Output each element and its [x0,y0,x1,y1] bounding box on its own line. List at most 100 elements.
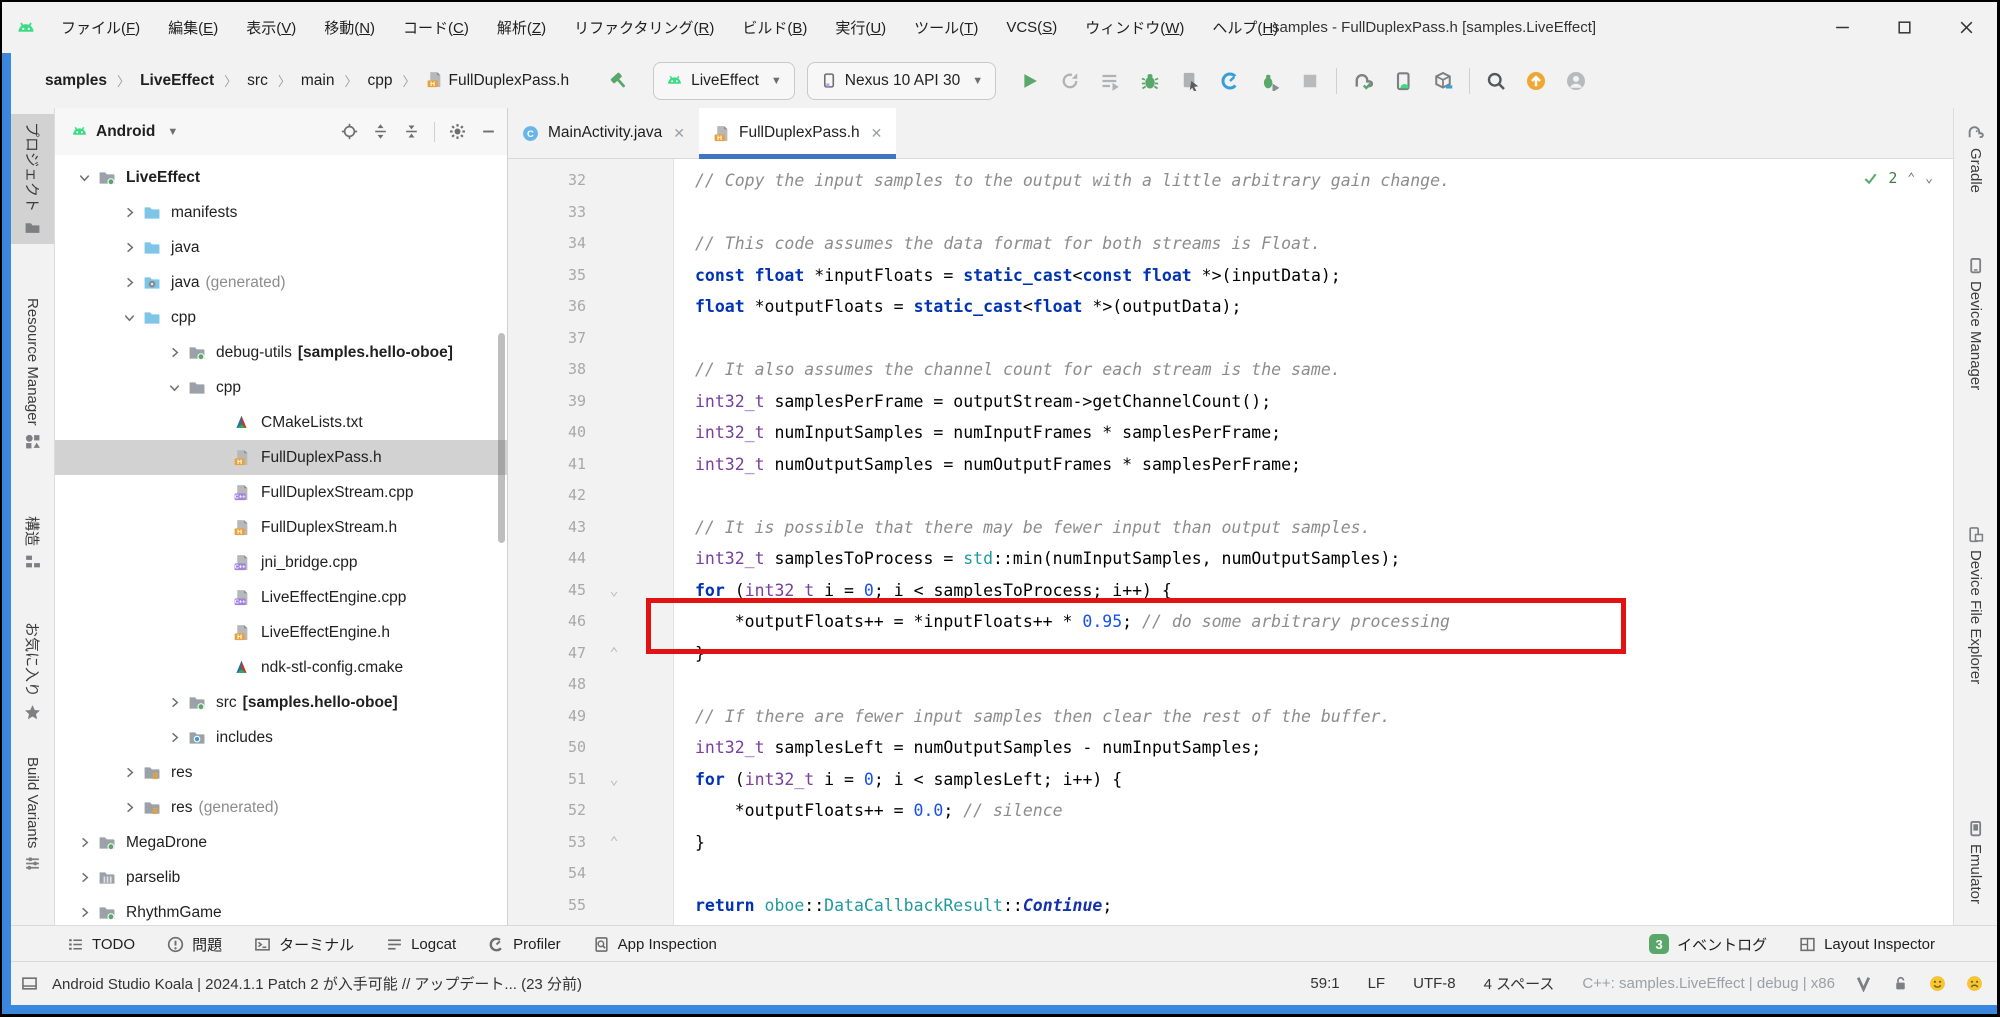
search-button[interactable] [1476,61,1516,101]
tree-item-MegaDrone[interactable]: MegaDrone [55,825,507,860]
tool-stripe-gradle[interactable]: Gradle [1954,116,1997,201]
tool-stripe-Resource Manager[interactable]: Resource Manager [11,290,54,458]
breadcrumb-item[interactable]: src [243,70,272,92]
tree-item-includes[interactable]: includes [55,720,507,755]
tool-window-switcher-icon[interactable] [21,975,38,992]
smile-happy-icon[interactable] [1929,975,1946,992]
menu-実行(U)[interactable]: 実行(U) [824,13,897,42]
apply-changes-button[interactable] [1090,61,1130,101]
tool-stripe-Build Variants[interactable]: Build Variants [11,749,54,880]
tree-item-cpp[interactable]: cpp [55,370,507,405]
gear-icon[interactable] [449,123,466,140]
tab-MainActivity.java[interactable]: C MainActivity.java ✕ [508,108,699,158]
collapse-all-icon[interactable] [403,123,420,140]
hide-icon[interactable] [480,123,497,140]
chevron-down-icon[interactable] [118,310,140,325]
tool-window-button-TODO[interactable]: TODO [51,926,151,962]
inspection-widget[interactable]: 2 ⌃ ⌄ [1863,169,1933,187]
fold-marker-icon[interactable]: ⌄ [604,575,624,607]
tool-stripe-プロジェクト[interactable]: プロジェクト [11,114,54,245]
close-tab-icon[interactable]: ✕ [673,125,685,142]
stop-button[interactable] [1290,61,1330,101]
project-view-selector[interactable]: Android ▼ [71,123,178,141]
tree-item-java[interactable]: java [55,230,507,265]
tree-item-jni_bridge.cpp[interactable]: C++ jni_bridge.cpp [55,545,507,580]
project-scrollbar[interactable] [498,333,505,543]
tree-item-src[interactable]: src [samples.hello-oboe] [55,685,507,720]
event-log-button[interactable]: 3 イベントログ [1633,934,1783,955]
tool-window-button-問題[interactable]: 問題 [151,926,238,962]
status-message[interactable]: Android Studio Koala | 2024.1.1 Patch 2 … [52,973,582,994]
tool-window-button-ターミナル[interactable]: ターミナル [238,926,370,962]
menu-コード(C)[interactable]: コード(C) [392,13,480,42]
tree-item-CMakeLists.txt[interactable]: CMakeLists.txt [55,405,507,440]
close-tab-icon[interactable]: ✕ [871,125,883,142]
tool-stripe-device-manager[interactable]: Device Manager [1954,249,1997,398]
tree-item-FullDuplexStream.cpp[interactable]: C++ FullDuplexStream.cpp [55,475,507,510]
breadcrumb-item[interactable]: cpp [363,70,396,92]
tree-item-cpp[interactable]: cpp [55,300,507,335]
rerun-button[interactable] [1050,61,1090,101]
maximize-button[interactable] [1873,2,1935,53]
status-item[interactable]: 59:1 [1310,975,1339,992]
minimize-button[interactable] [1811,2,1873,53]
debug-bug-button[interactable] [1130,61,1170,101]
tool-stripe-お気に入り[interactable]: お気に入り [11,614,54,729]
tree-item-FullDuplexStream.h[interactable]: H FullDuplexStream.h [55,510,507,545]
tree-item-manifests[interactable]: manifests [55,195,507,230]
breadcrumb-item[interactable]: H FullDuplexPass.h [422,69,574,92]
tool-window-button-App Inspection[interactable]: App Inspection [577,926,733,962]
status-item[interactable]: UTF-8 [1413,975,1456,992]
menu-ツール(T)[interactable]: ツール(T) [903,13,989,42]
menu-移動(N)[interactable]: 移動(N) [313,13,386,42]
tree-item-LiveEffect[interactable]: LiveEffect [55,160,507,195]
run-configuration-select[interactable]: LiveEffect ▼ [653,61,795,100]
chevron-right-icon[interactable] [118,800,140,815]
vcs-check-icon[interactable] [1855,975,1872,993]
prev-problem-icon[interactable]: ⌃ [1907,171,1915,186]
tool-window-button-Profiler[interactable]: Profiler [472,926,577,962]
tree-item-debug-utils[interactable]: debug-utils [samples.hello-oboe] [55,335,507,370]
chevron-right-icon[interactable] [118,205,140,220]
tool-stripe-構造[interactable]: 構造 [11,508,54,578]
menu-ウィンドウ(W)[interactable]: ウィンドウ(W) [1074,13,1195,42]
tree-item-java[interactable]: java (generated) [55,265,507,300]
tree-item-ndk-stl-config.cmake[interactable]: ndk-stl-config.cmake [55,650,507,685]
menu-表示(V)[interactable]: 表示(V) [235,13,307,42]
tree-item-parselib[interactable]: parselib [55,860,507,895]
menu-ファイル(F)[interactable]: ファイル(F) [50,13,151,42]
device-select[interactable]: Nexus 10 API 30 ▼ [806,61,997,100]
tree-item-RhythmGame[interactable]: RhythmGame [55,895,507,926]
next-problem-icon[interactable]: ⌄ [1925,171,1933,186]
tree-item-FullDuplexPass.h[interactable]: H FullDuplexPass.h [55,440,507,475]
menu-ビルド(B)[interactable]: ビルド(B) [731,13,818,42]
tool-stripe-emulator[interactable]: Emulator [1954,812,1997,912]
tree-item-LiveEffectEngine.h[interactable]: H LiveEffectEngine.h [55,615,507,650]
build-hammer-icon[interactable] [599,61,639,101]
smile-sad-icon[interactable] [1966,975,1983,992]
chevron-right-icon[interactable] [118,765,140,780]
apply-code-button[interactable] [1170,61,1210,101]
chevron-right-icon[interactable] [73,870,95,885]
breadcrumb-item[interactable]: samples [41,70,111,92]
status-item[interactable]: LF [1368,975,1386,992]
chevron-right-icon[interactable] [163,345,185,360]
update-button[interactable] [1516,61,1556,101]
chevron-down-icon[interactable] [73,170,95,185]
chevron-right-icon[interactable] [163,730,185,745]
gradle-sync-button[interactable] [1343,61,1383,101]
close-button[interactable] [1935,2,1997,53]
menu-VCS(S)[interactable]: VCS(S) [995,15,1068,40]
target-icon[interactable] [341,123,358,140]
profiler-button[interactable] [1210,61,1250,101]
tree-item-res[interactable]: res [55,755,507,790]
breadcrumb-item[interactable]: main [297,70,339,92]
breadcrumb-item[interactable]: LiveEffect [136,70,218,92]
code-editor[interactable]: 32 33 34 35 36 37 38 39 40 41 42 43 44 45 ⌄ 46 47 ⌃ 48 49 50… [508,159,1953,926]
tree-item-res[interactable]: res (generated) [55,790,507,825]
device-manager-button[interactable] [1383,61,1423,101]
sdk-manager-button[interactable] [1423,61,1463,101]
menu-編集(E)[interactable]: 編集(E) [157,13,229,42]
chevron-right-icon[interactable] [118,240,140,255]
fold-marker-icon[interactable]: ⌄ [604,764,624,796]
